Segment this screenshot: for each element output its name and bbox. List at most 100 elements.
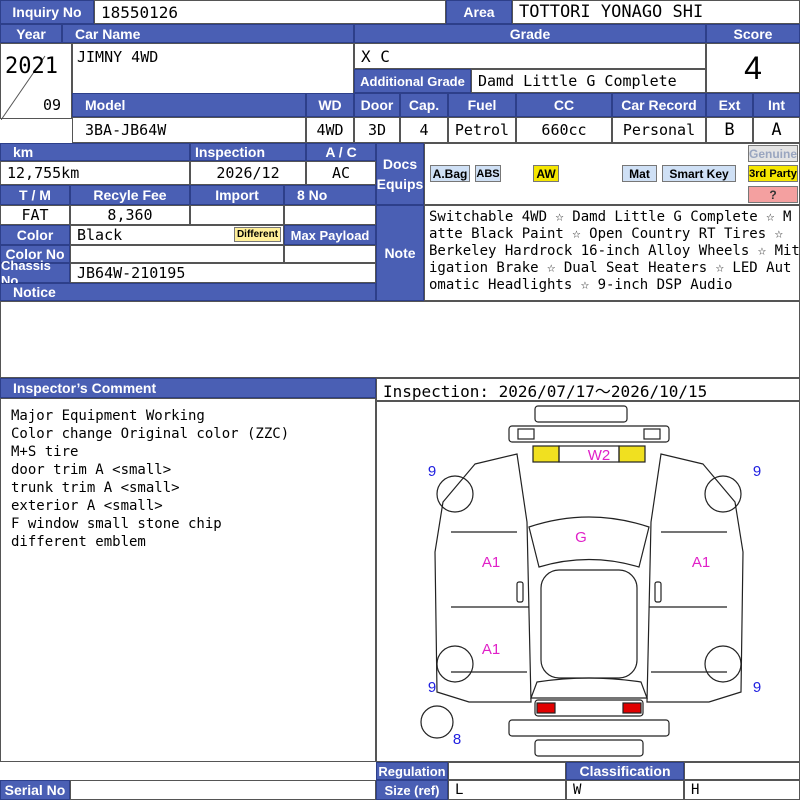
tire-fr-outline [704, 475, 742, 513]
size-ref-label: Size (ref) [376, 780, 448, 800]
mark-right-front-door: A1 [692, 554, 710, 571]
notice-label: Notice [0, 283, 376, 301]
regulation-label: Regulation [376, 762, 448, 780]
km-value: 12,755km [0, 161, 190, 185]
additional-grade-value: Damd Little G Complete [471, 69, 706, 93]
note-line: atte Black Paint ☆ Open Country RT Tires… [429, 226, 784, 242]
fog-right-outline [643, 428, 661, 440]
inspector-comment-label: Inspector’s Comment [0, 378, 376, 398]
rear-window-outline [530, 677, 648, 699]
inquiry-no-label: Inquiry No [0, 0, 94, 24]
mark-tire-fr: 9 [753, 463, 761, 480]
color-different-tag: Different [234, 227, 281, 242]
size-length: L [448, 780, 566, 800]
color-no-value [70, 245, 284, 263]
score-label: Score [706, 24, 800, 43]
note-line: omatic Headlights ☆ 9-inch DSP Audio [429, 277, 733, 293]
classification-value [684, 762, 800, 780]
km-label: km [0, 143, 190, 161]
comment-line: M+S tire [11, 444, 79, 460]
recycle-fee-value: 8,360 [70, 205, 190, 225]
max-payload-label: Max Payload [284, 225, 376, 245]
note-label: Note [376, 205, 424, 301]
tm-value: FAT [0, 205, 70, 225]
year-value: 2021 [5, 54, 58, 79]
headlight-left [532, 445, 560, 463]
ext-value: B [706, 117, 753, 143]
mirror-left-outline [516, 581, 524, 603]
smart-key-tag: Smart Key [662, 165, 736, 182]
ext-label: Ext [706, 93, 753, 117]
genuine-tag: Genuine [748, 145, 798, 162]
mark-left-front-door: A1 [482, 554, 500, 571]
rear-bumper-outline [508, 719, 670, 737]
notice-area [0, 301, 800, 378]
additional-grade-label: Additional Grade [354, 69, 471, 93]
right-body-outline [646, 453, 744, 703]
roof-outline [540, 569, 638, 679]
grade-label: Grade [354, 24, 706, 43]
chassis-no-label: Chassis No [0, 258, 70, 288]
door-value: 3D [354, 117, 400, 143]
size-width: W [566, 780, 684, 800]
comment-line: F window small stone chip [11, 516, 222, 532]
size-height: H [684, 780, 800, 800]
month-value: 09 [43, 96, 62, 114]
mark-tire-fl: 9 [428, 463, 436, 480]
comment-line: Color change Original color (ZZC) [11, 426, 290, 442]
int-label: Int [753, 93, 800, 117]
ac-label: A / C [306, 143, 376, 161]
cap-label: Cap. [400, 93, 448, 117]
airbag-tag: A.Bag [430, 165, 470, 182]
left-body-outline [434, 453, 532, 703]
inspection-value: 2026/12 [190, 161, 306, 185]
fuel-value: Petrol [448, 117, 516, 143]
inspector-comment-body: Major Equipment Working Color change Ori… [0, 398, 376, 762]
windshield-outline [528, 516, 650, 568]
mat-tag: Mat [622, 165, 657, 182]
alloy-wheel-tag: AW [533, 165, 559, 182]
inquiry-no-value: 18550126 [94, 0, 446, 24]
note-value: Switchable 4WD ☆ Damd Little G Complete … [424, 205, 800, 301]
area-value: TOTTORI YONAGO SHI [512, 0, 800, 24]
serial-no-value [70, 780, 376, 800]
note-line: Switchable 4WD ☆ Damd Little G Complete … [429, 209, 792, 225]
mark-windshield: G [575, 529, 587, 546]
score-value: 4 [706, 43, 800, 93]
car-record-value: Personal [612, 117, 706, 143]
docs-equips-label: Docs Equips [376, 143, 424, 205]
regulation-value [448, 762, 566, 780]
cc-label: CC [516, 93, 612, 117]
car-diagram-panel: W2 G A1 A1 A1 9 9 9 9 8 [376, 401, 800, 762]
chassis-no-value: JB64W-210195 [70, 263, 376, 283]
max-payload-value [284, 245, 376, 263]
inspection-period: Inspection: 2026/07/17〜2026/10/15 [376, 378, 800, 401]
front-bumper-outline [508, 425, 670, 443]
mark-tire-rr: 9 [753, 679, 761, 696]
equips-label: Equips [376, 176, 424, 192]
spare-tire-outline [420, 705, 454, 739]
grade-value: X C [354, 43, 706, 69]
ac-value: AC [306, 161, 376, 185]
classification-label: Classification [566, 762, 684, 780]
model-value: 3BA-JB64W [72, 117, 306, 143]
fuel-label: Fuel [448, 93, 516, 117]
tire-rr-outline [704, 645, 742, 683]
eight-no-label: 8 No [284, 185, 376, 205]
mirror-right-outline [654, 581, 662, 603]
car-diagram: W2 G A1 A1 A1 9 9 9 9 8 [420, 405, 761, 757]
tire-rl-outline [436, 645, 474, 683]
serial-no-label: Serial No [0, 780, 70, 800]
wd-label: WD [306, 93, 354, 117]
eight-no-value [284, 205, 376, 225]
comment-line: different emblem [11, 534, 146, 550]
year-cell: 2021 09 [0, 43, 72, 120]
int-value: A [753, 117, 800, 143]
comment-line: Major Equipment Working [11, 408, 205, 424]
comment-line: trunk trim A <small> [11, 480, 180, 496]
car-name-label: Car Name [62, 24, 354, 43]
mark-spare-tire: 8 [453, 731, 461, 748]
unknown-tag: ? [748, 186, 798, 203]
cap-value: 4 [400, 117, 448, 143]
note-line: igation Brake ☆ Dual Seat Heaters ☆ LED … [429, 260, 792, 276]
